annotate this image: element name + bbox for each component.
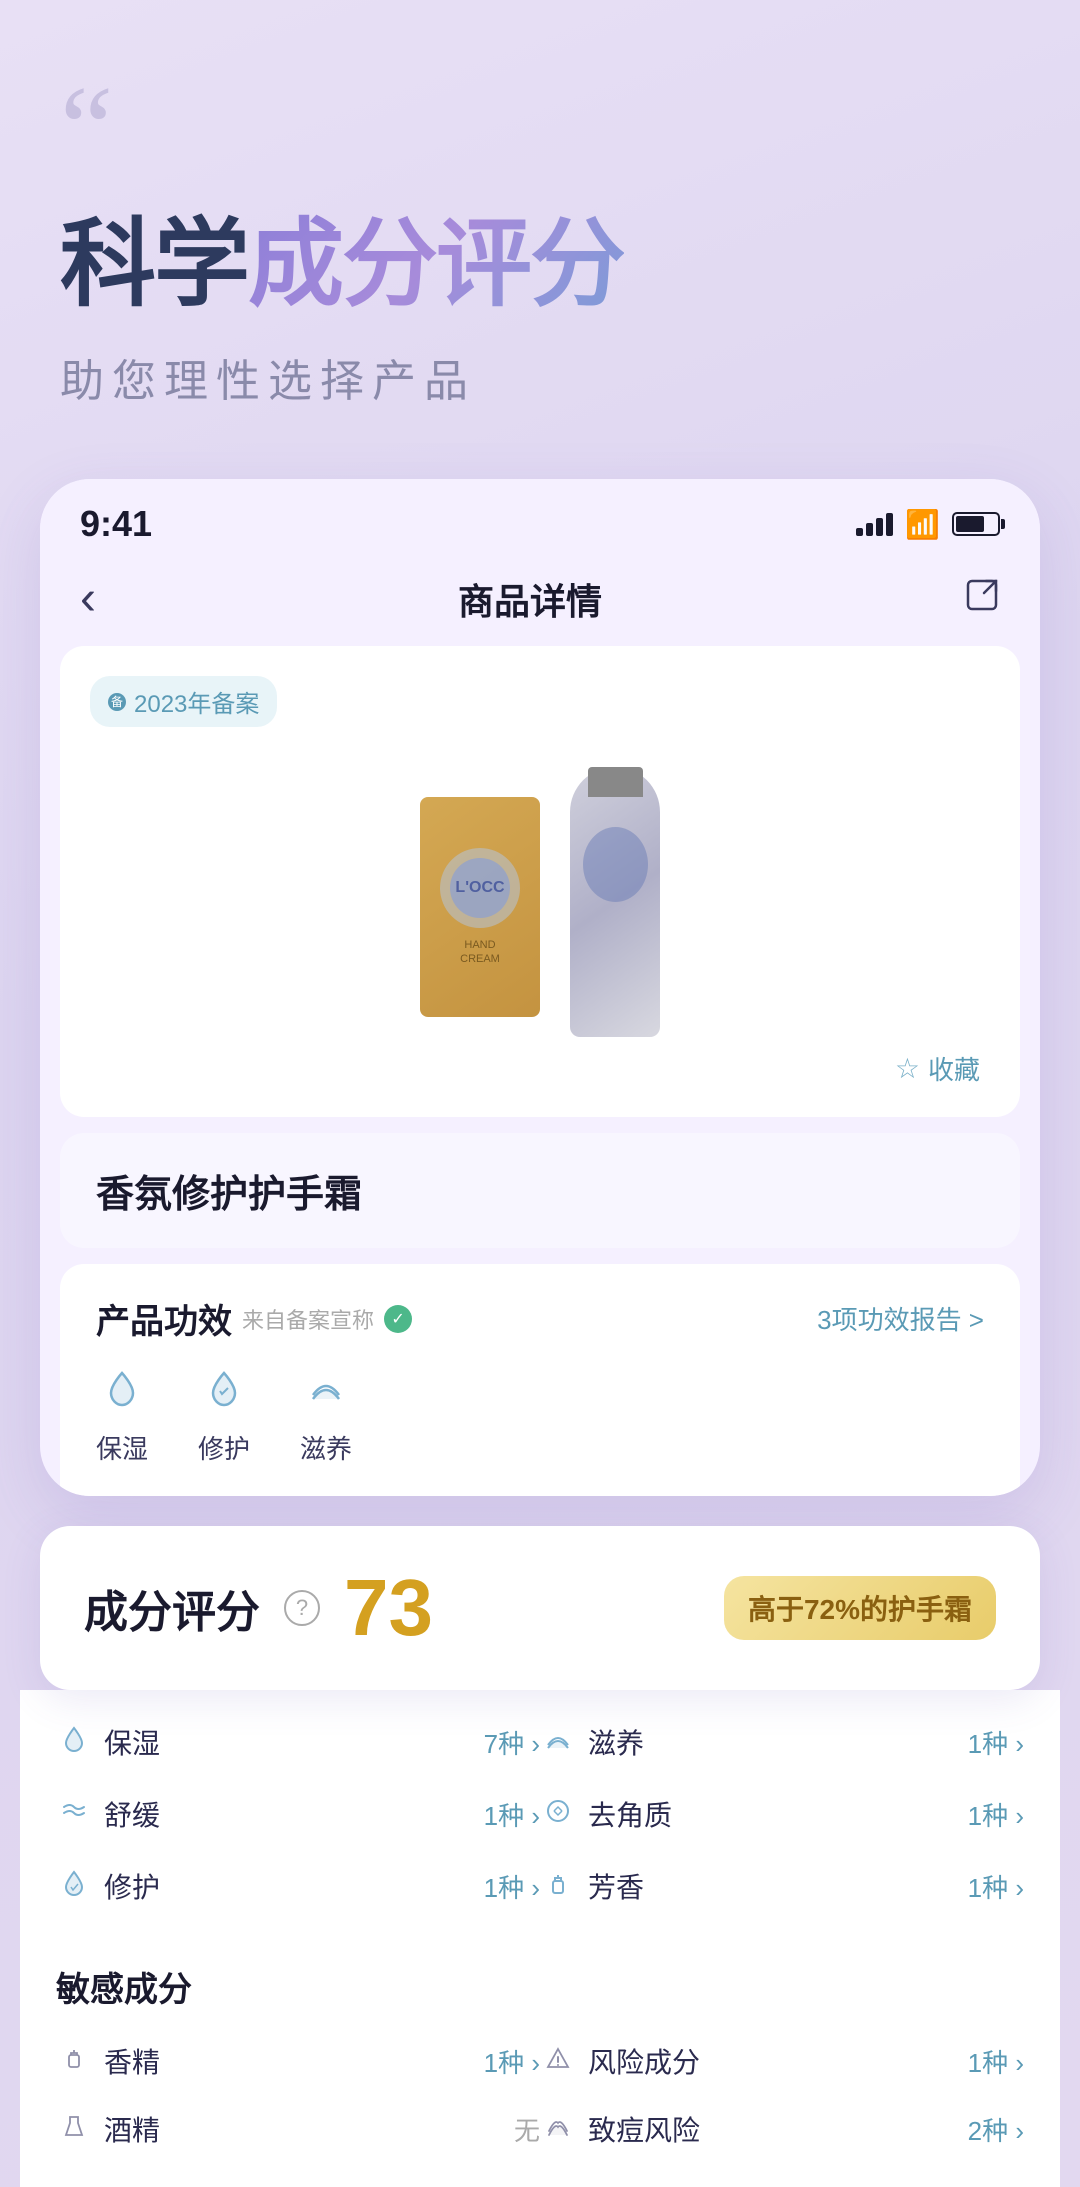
battery-icon [952, 512, 1000, 536]
acne-count[interactable]: 2种 › [968, 2111, 1024, 2148]
ingr-fragrance[interactable]: 芳香 1种 › [540, 1850, 1024, 1922]
back-button[interactable]: ‹ [80, 571, 96, 626]
moisture-ingr-name: 保湿 [104, 1722, 472, 1762]
fragrance-ingr-icon [540, 1869, 576, 1904]
share-button[interactable] [964, 577, 1000, 621]
status-icons: 📶 [856, 508, 1000, 541]
perfume-name: 香精 [104, 2041, 472, 2081]
sensitive-grid: 香精 1种 › 风险成分 1种 › 酒精 无 致痘风险 2种 › [56, 2027, 1024, 2163]
product-image-area: L'OCC HANDCREAM ☆ 收藏 [90, 747, 990, 1087]
alcohol-value: 无 [514, 2111, 540, 2148]
effects-header: 产品功效 来自备案宣称 ✓ 3项功效报告 > [96, 1294, 984, 1343]
perfume-icon [56, 2045, 92, 2078]
moisture-label: 保湿 [96, 1429, 148, 1466]
fragrance-ingr-count[interactable]: 1种 › [968, 1868, 1024, 1905]
effects-section: 产品功效 来自备案宣称 ✓ 3项功效报告 > 保湿 修护 [60, 1264, 1020, 1496]
score-comparison-badge: 高于72%的护手霜 [724, 1576, 996, 1640]
alcohol-icon [56, 2113, 92, 2146]
wifi-icon: 📶 [905, 508, 940, 541]
moisture-ingr-icon [56, 1725, 92, 1760]
score-card: 成分评分 ? 73 高于72%的护手霜 [40, 1526, 1040, 1690]
risk-count[interactable]: 1种 › [968, 2043, 1024, 2080]
moisture-icon [101, 1367, 143, 1419]
ingr-soothe[interactable]: 舒缓 1种 › [56, 1778, 540, 1850]
sensitive-section: 敏感成分 香精 1种 › 风险成分 1种 › 酒精 无 [20, 1946, 1060, 2187]
repair-ingr-count[interactable]: 1种 › [484, 1868, 540, 1905]
repair-ingr-name: 修护 [104, 1866, 472, 1906]
alcohol-name: 酒精 [104, 2109, 502, 2149]
nourish-icon [305, 1367, 347, 1419]
effect-item-nourish: 滋养 [300, 1367, 352, 1466]
share-icon [964, 577, 1000, 613]
exfoliate-ingr-count[interactable]: 1种 › [968, 1796, 1024, 1833]
nav-title: 商品详情 [458, 573, 602, 625]
nourish-label: 滋养 [300, 1429, 352, 1466]
ingr-repair[interactable]: 修护 1种 › [56, 1850, 540, 1922]
star-icon: ☆ [895, 1052, 920, 1085]
exfoliate-ingr-icon [540, 1797, 576, 1832]
header-section: “ 科学 成分评分 助您理性选择产品 [0, 0, 1080, 449]
effects-report-link[interactable]: 3项功效报告 > [817, 1300, 984, 1337]
perfume-count[interactable]: 1种 › [484, 2043, 540, 2080]
sensitive-acne[interactable]: 致痘风险 2种 › [540, 2095, 1024, 2163]
title-dark: 科学 [60, 186, 248, 325]
effects-title-group: 产品功效 来自备案宣称 ✓ [96, 1294, 412, 1343]
verified-icon: ✓ [384, 1305, 412, 1333]
status-bar: 9:41 📶 [40, 479, 1040, 555]
effects-items: 保湿 修护 滋养 [96, 1367, 984, 1466]
score-value: 73 [344, 1562, 433, 1654]
ingr-nourish[interactable]: 滋养 1种 › [540, 1706, 1024, 1778]
title-line: 科学 成分评分 [60, 186, 1020, 325]
product-image: L'OCC HANDCREAM [410, 767, 670, 1067]
badge-icon: 备 [108, 693, 126, 711]
soothe-ingr-icon [56, 1797, 92, 1832]
ingredients-section: 保湿 7种 › 滋养 1种 › 舒缓 1种 › 去角质 1种 › [20, 1690, 1060, 1946]
effect-item-repair: 修护 [198, 1367, 250, 1466]
acne-icon [540, 2113, 576, 2146]
fragrance-ingr-name: 芳香 [588, 1866, 956, 1906]
exfoliate-ingr-name: 去角质 [588, 1794, 956, 1834]
sensitive-title: 敏感成分 [56, 1946, 1024, 2027]
phone-card: 9:41 📶 ‹ 商品详情 备 [40, 479, 1040, 1496]
sensitive-risk[interactable]: 风险成分 1种 › [540, 2027, 1024, 2095]
effect-item-moisture: 保湿 [96, 1367, 148, 1466]
ingr-moisture[interactable]: 保湿 7种 › [56, 1706, 540, 1778]
moisture-ingr-count[interactable]: 7种 › [484, 1724, 540, 1761]
sensitive-perfume[interactable]: 香精 1种 › [56, 2027, 540, 2095]
effects-source: 来自备案宣称 [242, 1303, 374, 1335]
repair-label: 修护 [198, 1429, 250, 1466]
product-name: 香氛修护护手霜 [96, 1174, 362, 1216]
product-name-card: 香氛修护护手霜 [60, 1133, 1020, 1248]
collect-label: 收藏 [928, 1050, 980, 1087]
score-title: 成分评分 [84, 1576, 260, 1640]
ingr-exfoliate[interactable]: 去角质 1种 › [540, 1778, 1024, 1850]
repair-icon [203, 1367, 245, 1419]
header-subtitle: 助您理性选择产品 [60, 345, 1020, 409]
signal-icon [856, 513, 893, 536]
repair-ingr-icon [56, 1869, 92, 1904]
nourish-ingr-name: 滋养 [588, 1722, 956, 1762]
title-purple: 成分评分 [248, 186, 624, 325]
risk-name: 风险成分 [588, 2041, 956, 2081]
nourish-ingr-count[interactable]: 1种 › [968, 1724, 1024, 1761]
score-help-button[interactable]: ? [284, 1590, 320, 1626]
ingredients-grid: 保湿 7种 › 滋养 1种 › 舒缓 1种 › 去角质 1种 › [56, 1706, 1024, 1922]
risk-icon [540, 2045, 576, 2078]
soothe-ingr-count[interactable]: 1种 › [484, 1796, 540, 1833]
effects-title: 产品功效 [96, 1294, 232, 1343]
nav-bar: ‹ 商品详情 [40, 555, 1040, 646]
product-badge: 备 2023年备案 [90, 676, 277, 727]
status-time: 9:41 [80, 503, 152, 545]
nourish-ingr-icon [540, 1725, 576, 1760]
collect-button[interactable]: ☆ 收藏 [895, 1050, 980, 1087]
quote-mark: “ [60, 80, 1020, 176]
sensitive-alcohol: 酒精 无 [56, 2095, 540, 2163]
soothe-ingr-name: 舒缓 [104, 1794, 472, 1834]
badge-text: 2023年备案 [134, 684, 259, 719]
product-section: 备 2023年备案 L'OCC HANDCREAM [60, 646, 1020, 1117]
acne-name: 致痘风险 [588, 2109, 956, 2149]
